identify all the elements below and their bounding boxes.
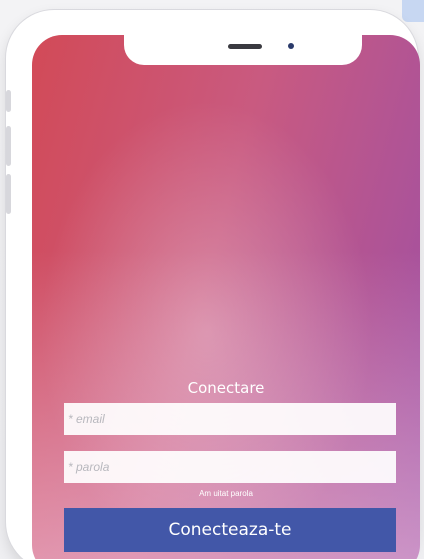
forgot-password-link[interactable]: Am uitat parola (32, 489, 420, 498)
phone-side-button (6, 90, 11, 112)
phone-frame: Conectare Am uitat parola Conecteaza-te (6, 10, 420, 559)
connect-button[interactable]: Conecteaza-te (64, 508, 396, 552)
email-field[interactable] (64, 403, 396, 435)
password-field[interactable] (64, 451, 396, 483)
phone-notch (124, 35, 362, 65)
login-title: Conectare (187, 379, 265, 397)
phone-side-button (6, 126, 11, 166)
camera-icon (288, 43, 294, 49)
login-screen: Conectare Am uitat parola Conecteaza-te (32, 35, 420, 559)
phone-side-button (6, 174, 11, 214)
speaker-icon (228, 44, 262, 49)
corner-accent (402, 0, 424, 22)
stage: Conectare Am uitat parola Conecteaza-te (0, 0, 424, 559)
